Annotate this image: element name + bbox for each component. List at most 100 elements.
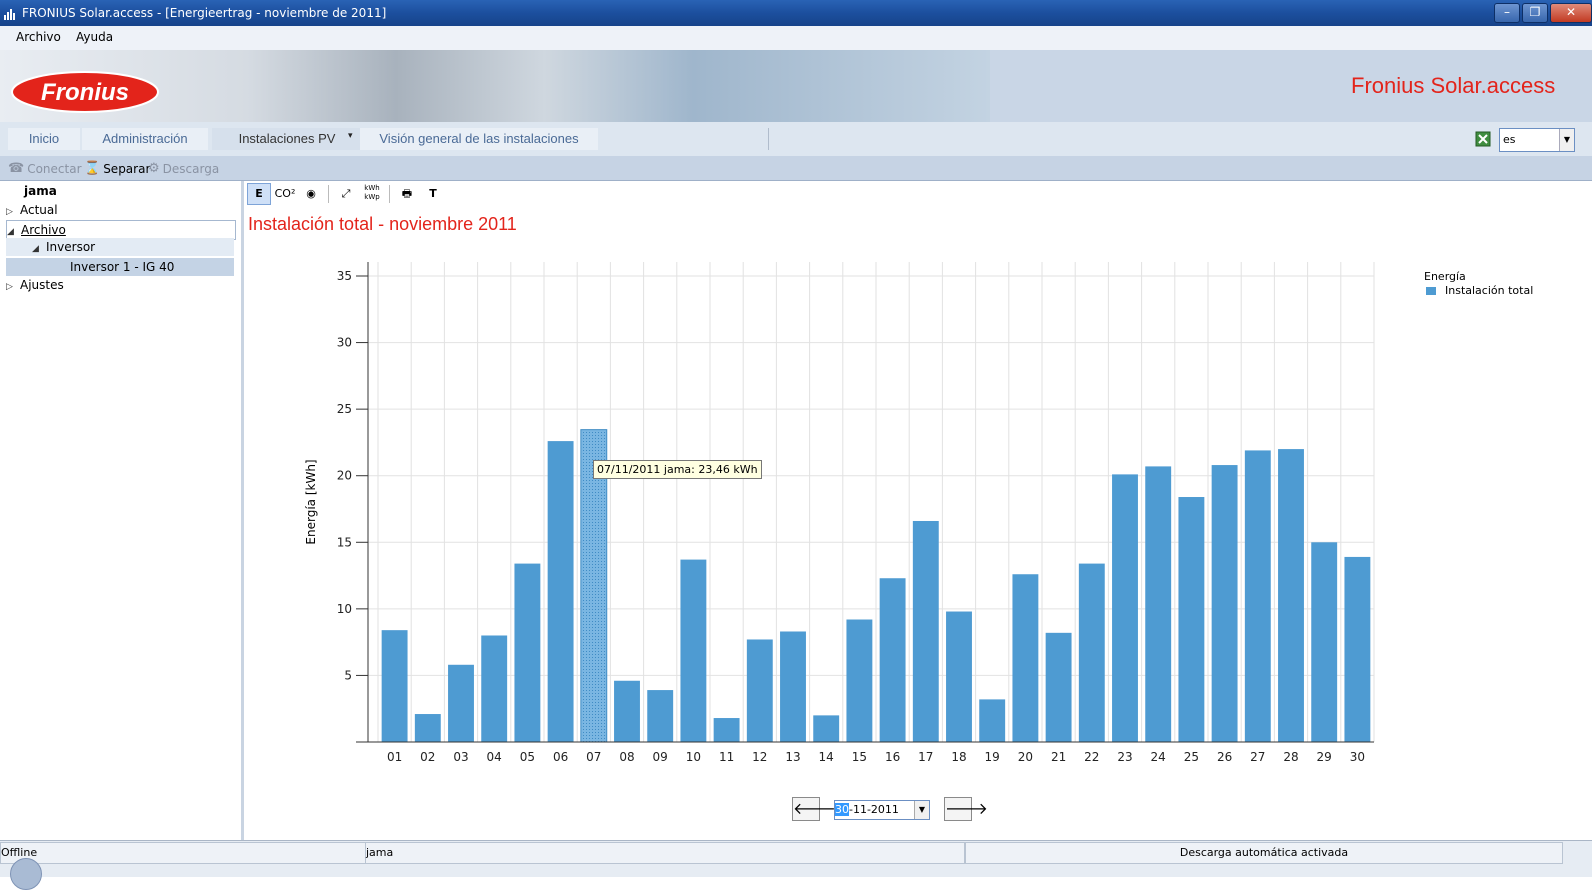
collapse-icon[interactable]: ◢ <box>32 240 46 258</box>
bar-29[interactable] <box>1311 542 1338 742</box>
co2-view-button[interactable]: CO² <box>273 183 297 205</box>
tree-item-inversor-1[interactable]: Inversor 1 - IG 40 <box>6 258 234 276</box>
x-tick-label: 03 <box>453 750 468 764</box>
printer-icon[interactable]: 🖶 <box>395 183 419 205</box>
bar-03[interactable] <box>448 664 474 742</box>
bar-11[interactable] <box>713 718 740 742</box>
start-orb-icon[interactable] <box>10 858 42 890</box>
expand-icon[interactable]: ▷ <box>6 278 20 296</box>
bar-18[interactable] <box>946 611 972 742</box>
tree-item-ajustes[interactable]: ▷ Ajustes <box>6 276 64 294</box>
legend-label: Instalación total <box>1445 284 1534 297</box>
y-tick-label: 20 <box>337 469 352 483</box>
menu-ayuda[interactable]: Ayuda <box>76 30 113 44</box>
x-tick-label: 22 <box>1084 750 1099 764</box>
bar-14[interactable] <box>813 715 840 742</box>
maximize-button[interactable]: ❐ <box>1522 3 1548 23</box>
bar-08[interactable] <box>614 680 640 742</box>
x-tick-label: 20 <box>1018 750 1033 764</box>
nav-divider <box>768 128 769 150</box>
menu-archivo[interactable]: Archivo <box>16 30 61 44</box>
bar-13[interactable] <box>780 631 806 742</box>
y-tick-label: 5 <box>344 668 352 682</box>
x-tick-label: 30 <box>1350 750 1365 764</box>
bar-30[interactable] <box>1344 556 1371 742</box>
close-button[interactable]: ✕ <box>1550 3 1592 23</box>
y-axis-label: Energía [kWh] <box>304 459 318 544</box>
x-tick-label: 06 <box>553 750 568 764</box>
bar-28[interactable] <box>1278 449 1304 742</box>
y-tick-label: 35 <box>337 269 352 283</box>
energy-view-button[interactable]: E <box>247 183 271 205</box>
banner-app-title: Fronius Solar.access <box>1351 73 1556 98</box>
toolbar <box>0 156 1592 181</box>
bar-20[interactable] <box>1012 574 1039 742</box>
download-button[interactable]: ⚙ Descarga <box>148 161 219 176</box>
x-tick-label: 17 <box>918 750 933 764</box>
minimize-button[interactable]: – <box>1494 3 1520 23</box>
bar-10[interactable] <box>680 559 707 742</box>
kwh-kwp-icon[interactable]: kWh kWp <box>360 183 384 205</box>
status-auto-download: Descarga automática activada <box>965 842 1563 864</box>
legend-title: Energía <box>1424 270 1466 283</box>
bar-tooltip: 07/11/2011 jama: 23,46 kWh <box>593 460 762 479</box>
separate-button[interactable]: ⌛ Separar <box>84 161 150 176</box>
phone-icon: ☎ <box>8 161 25 176</box>
bar-24[interactable] <box>1145 466 1172 742</box>
bar-22[interactable] <box>1078 563 1105 742</box>
tab-vision-general[interactable]: Visión general de las instalaciones <box>360 128 598 150</box>
bar-05[interactable] <box>514 563 541 742</box>
toolbar-separator <box>328 185 329 203</box>
connect-button[interactable]: ☎ Conectar <box>8 161 82 176</box>
tree-item-inversor[interactable]: ◢ Inversor <box>6 238 234 256</box>
chevron-down-icon[interactable]: ▼ <box>1559 129 1574 151</box>
bar-26[interactable] <box>1211 465 1238 742</box>
x-tick-label: 14 <box>819 750 834 764</box>
tab-inicio[interactable]: Inicio <box>8 128 80 150</box>
chart-title: Instalación total - noviembre 2011 <box>248 214 517 234</box>
bar-15[interactable] <box>846 619 873 742</box>
language-value: es <box>1503 133 1516 146</box>
legend-swatch <box>1426 287 1436 295</box>
x-tick-label: 11 <box>719 750 734 764</box>
bar-25[interactable] <box>1178 497 1205 742</box>
chevron-down-icon[interactable]: ▼ <box>914 801 929 819</box>
bar-chart: 5 10 15 20 25 30 35 01 02 03 04 05 06 07 08 09 10 11 12 13 1… <box>304 262 1375 764</box>
bar-19[interactable] <box>979 699 1006 742</box>
tab-instalaciones-pv[interactable]: Instalaciones PV <box>212 128 362 150</box>
x-tick-label: 28 <box>1283 750 1298 764</box>
expand-icon[interactable]: ▷ <box>6 203 20 221</box>
expand-icon[interactable]: ⤢ <box>334 183 358 205</box>
next-month-button[interactable]: 🡒 <box>944 797 988 821</box>
tree-root[interactable]: jama <box>24 182 57 200</box>
x-tick-label: 25 <box>1184 750 1199 764</box>
bar-17[interactable] <box>912 520 939 742</box>
x-tick-label: 23 <box>1117 750 1132 764</box>
date-picker[interactable]: 30-11-2011 ▼ <box>834 800 930 820</box>
tab-administracion[interactable]: Administración <box>82 128 208 150</box>
x-tick-label: 02 <box>420 750 435 764</box>
language-icon[interactable] <box>1475 131 1491 147</box>
bar-23[interactable] <box>1112 474 1138 742</box>
y-tick-label: 15 <box>337 535 352 549</box>
text-button[interactable]: T <box>421 183 445 205</box>
x-tick-label: 07 <box>586 750 601 764</box>
gears-icon: ⚙ <box>148 161 160 176</box>
hourglass-icon: ⌛ <box>84 161 101 176</box>
bar-02[interactable] <box>414 714 441 742</box>
bar-09[interactable] <box>647 690 674 742</box>
bar-01[interactable] <box>381 630 408 742</box>
chevron-down-icon[interactable]: ▾ <box>348 131 353 141</box>
bar-04[interactable] <box>481 635 508 742</box>
tree-item-archivo[interactable]: ◢ Archivo <box>6 220 236 240</box>
bar-21[interactable] <box>1045 632 1072 742</box>
bar-16[interactable] <box>879 578 906 742</box>
y-tick-label: 10 <box>337 602 352 616</box>
bar-27[interactable] <box>1244 450 1271 742</box>
bar-06[interactable] <box>547 441 574 742</box>
language-select[interactable]: es ▼ <box>1499 128 1575 152</box>
bar-12[interactable] <box>746 639 773 742</box>
tree-item-actual[interactable]: ▷ Actual <box>6 201 58 219</box>
previous-month-button[interactable]: 🡐 <box>792 797 836 821</box>
coin-icon[interactable]: ◉ <box>299 183 323 205</box>
